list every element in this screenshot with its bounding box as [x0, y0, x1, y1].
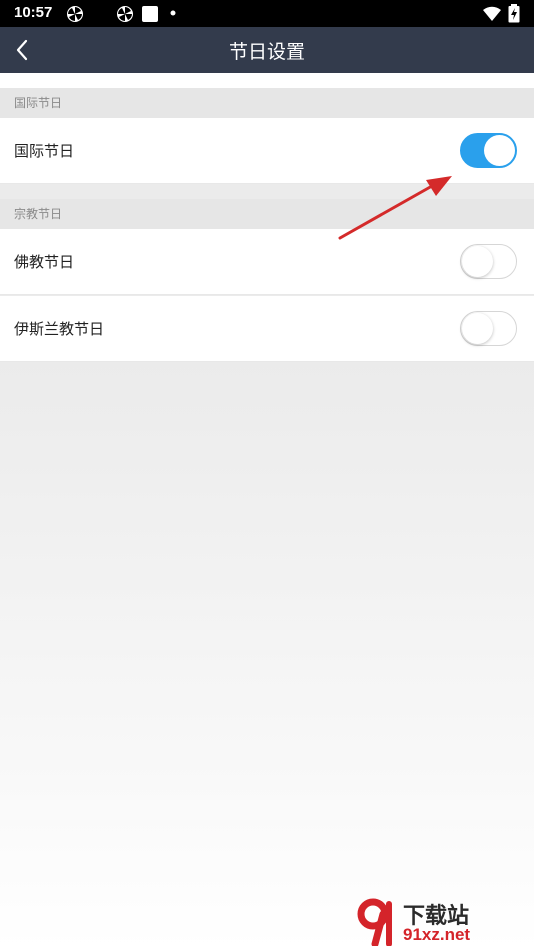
watermark-logo: 下载站 91xz.net — [355, 898, 530, 948]
watermark-icon — [357, 898, 392, 948]
toggle-knob — [484, 135, 515, 166]
toggle-knob — [462, 246, 493, 277]
toggle-islamic-holidays[interactable] — [460, 311, 517, 346]
toggle-international-holidays[interactable] — [460, 133, 517, 168]
red-arrow-annotation — [338, 176, 452, 240]
page-title: 节日设置 — [228, 41, 305, 63]
row-label: 佛教节日 — [14, 253, 75, 271]
dot-icon — [170, 10, 176, 16]
app-bar: 节日设置 — [0, 27, 534, 73]
list-item-islamic-holidays: 伊斯兰教节日 — [0, 296, 534, 362]
watermark-url: 91xz.net — [403, 925, 471, 944]
status-bar: 10:57 — [0, 0, 534, 27]
row-label: 伊斯兰教节日 — [14, 320, 105, 338]
pinwheel-icon — [117, 6, 133, 22]
row-label: 国际节日 — [14, 142, 75, 160]
battery-charging-icon — [508, 4, 520, 23]
wifi-icon — [483, 6, 501, 22]
section-header-international: 国际节日 — [0, 88, 534, 118]
toggle-buddhist-holidays[interactable] — [460, 244, 517, 279]
pinwheel-icon — [67, 6, 83, 22]
spacer — [0, 73, 534, 88]
status-time: 10:57 — [14, 4, 53, 21]
toggle-knob — [462, 313, 493, 344]
app-square-icon — [142, 6, 158, 22]
